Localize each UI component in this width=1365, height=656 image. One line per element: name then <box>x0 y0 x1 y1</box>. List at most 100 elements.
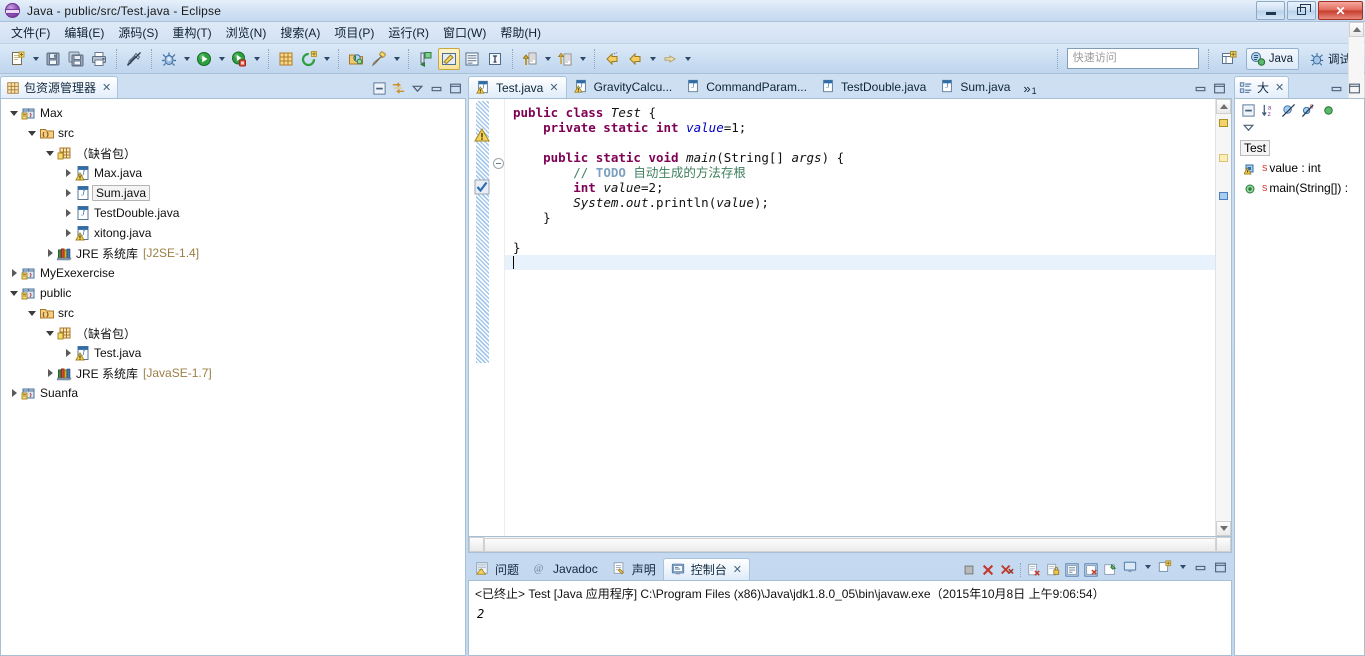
caret-line[interactable] <box>505 255 1215 270</box>
tab-outline[interactable]: 大 ✕ <box>1234 76 1290 98</box>
new-wizard-dropdown[interactable] <box>30 48 41 70</box>
previous-annotation-dropdown[interactable] <box>577 48 588 70</box>
tree-item-Max.java[interactable]: J Max.java <box>1 163 465 183</box>
collapse-arrow-icon[interactable] <box>25 130 39 136</box>
debug-dropdown[interactable] <box>181 48 192 70</box>
tree-item-src[interactable]: src <box>1 123 465 143</box>
close-icon[interactable]: ✕ <box>102 81 111 94</box>
close-icon[interactable]: ✕ <box>733 563 742 576</box>
menu-navigate[interactable]: 浏览(N) <box>219 22 274 43</box>
new-class-dropdown[interactable] <box>321 48 332 70</box>
outline-items[interactable]: Test Svalue : int Smain(String[]) : <box>1235 135 1364 198</box>
debug-icon[interactable] <box>158 48 180 70</box>
expand-arrow-icon[interactable] <box>61 189 75 197</box>
project-tree[interactable]: Max src （缺省包） J Max.java J Sum.java J TestDouble… <box>1 99 465 403</box>
tree-item-JRE[interactable]: JRE 系统库 [J2SE-1.4] <box>1 243 465 263</box>
scroll-down-arrow[interactable] <box>1216 521 1231 536</box>
scroll-lock-icon[interactable] <box>1064 562 1080 578</box>
last-edit-location-icon[interactable] <box>415 48 437 70</box>
search-icon[interactable] <box>368 48 390 70</box>
scroll-up-arrow[interactable] <box>1216 99 1231 114</box>
collapse-arrow-icon[interactable] <box>25 310 39 316</box>
tree-item-Suanfa[interactable]: Suanfa <box>1 383 465 403</box>
tree-item-TestDouble.java[interactable]: J TestDouble.java <box>1 203 465 223</box>
fold-collapse-icon[interactable] <box>493 158 504 169</box>
minimize-icon[interactable] <box>428 80 444 96</box>
pin-console-icon[interactable] <box>1102 562 1118 578</box>
tree-item-[interactable]: （缺省包） <box>1 323 465 343</box>
clear-console-icon[interactable] <box>1026 562 1042 578</box>
forward-icon[interactable] <box>624 48 646 70</box>
tree-item-public[interactable]: public <box>1 283 465 303</box>
code-line[interactable]: } <box>505 240 1215 255</box>
editor-tab-overflow[interactable]: » 1 <box>1017 81 1040 98</box>
menu-help[interactable]: 帮助(H) <box>493 22 548 43</box>
open-perspective-icon[interactable] <box>1218 48 1240 70</box>
expand-arrow-icon[interactable] <box>61 169 75 177</box>
editor-tab-Testjava[interactable]: J Test.java ✕ <box>468 76 567 98</box>
collapse-all-icon[interactable] <box>371 80 387 96</box>
open-console-icon[interactable] <box>1157 559 1173 575</box>
console-tab-3[interactable]: 控制台 ✕ <box>662 558 750 580</box>
print-icon[interactable] <box>88 48 110 70</box>
maximize-icon[interactable] <box>1212 559 1228 575</box>
code-line[interactable]: private static int value=1; <box>505 120 1215 135</box>
collapse-arrow-icon[interactable] <box>7 110 21 116</box>
outline-item[interactable]: Smain(String[]) : <box>1235 178 1364 198</box>
menu-window[interactable]: 窗口(W) <box>436 22 493 43</box>
run-coverage-icon[interactable] <box>228 48 250 70</box>
save-icon[interactable] <box>42 48 64 70</box>
editor-tab-CommandParam[interactable]: J CommandParam... <box>679 76 814 98</box>
code-line[interactable] <box>505 135 1215 150</box>
editor-horizontal-scrollbar[interactable] <box>468 537 1232 553</box>
code-line[interactable] <box>505 225 1215 240</box>
toggle-block-selection-icon[interactable] <box>484 48 506 70</box>
tree-item-JRE[interactable]: JRE 系统库 [JavaSE-1.7] <box>1 363 465 383</box>
menu-project[interactable]: 项目(P) <box>327 22 381 43</box>
tree-item-src[interactable]: src <box>1 303 465 323</box>
new-class-icon[interactable] <box>298 48 320 70</box>
previous-annotation-icon[interactable] <box>554 48 576 70</box>
code-line[interactable]: int value=2; <box>505 180 1215 195</box>
open-type-icon[interactable] <box>345 48 367 70</box>
hscroll-track[interactable] <box>484 537 1216 552</box>
search-dropdown[interactable] <box>391 48 402 70</box>
scroll-right-arrow[interactable] <box>1216 537 1231 552</box>
remove-launch-icon[interactable] <box>980 562 996 578</box>
next-dropdown[interactable] <box>682 48 693 70</box>
tree-item-Max[interactable]: Max <box>1 103 465 123</box>
new-wizard-icon[interactable] <box>7 48 29 70</box>
collapse-arrow-icon[interactable] <box>7 290 21 296</box>
code-line[interactable]: } <box>505 210 1215 225</box>
tree-item-[interactable]: （缺省包） <box>1 143 465 163</box>
code-line[interactable]: System.out.println(value); <box>505 195 1215 210</box>
save-all-icon[interactable] <box>65 48 87 70</box>
menu-edit[interactable]: 编辑(E) <box>57 22 111 43</box>
terminate-icon[interactable] <box>961 562 977 578</box>
run-coverage-dropdown[interactable] <box>251 48 262 70</box>
tree-item-MyExexercise[interactable]: MyExexercise <box>1 263 465 283</box>
overview-ruler[interactable] <box>1217 114 1231 536</box>
view-menu-icon[interactable] <box>1240 119 1256 135</box>
menu-source[interactable]: 源码(S) <box>111 22 165 43</box>
lock-scroll-icon[interactable] <box>1045 562 1061 578</box>
expand-arrow-icon[interactable] <box>61 349 75 357</box>
collapse-all-icon[interactable] <box>1240 103 1256 119</box>
menu-search[interactable]: 搜索(A) <box>273 22 327 43</box>
tree-item-xitong.java[interactable]: Jxitong.java <box>1 223 465 243</box>
expand-arrow-icon[interactable] <box>61 209 75 217</box>
sort-icon[interactable]: az <box>1260 103 1276 119</box>
display-selected-console-icon[interactable] <box>1122 559 1138 575</box>
code-text[interactable]: public class Test { private static int v… <box>505 99 1215 536</box>
remove-all-terminated-icon[interactable] <box>999 562 1015 578</box>
restore-button[interactable] <box>1287 1 1316 20</box>
tree-item-Sum.java[interactable]: J Sum.java <box>1 183 465 203</box>
close-button[interactable]: ✕ <box>1318 1 1363 20</box>
code-line[interactable]: public static void main(String[] args) { <box>505 150 1215 165</box>
code-line[interactable]: public class Test { <box>505 105 1215 120</box>
console-tab-0[interactable]: 问题 <box>468 558 526 580</box>
editor-tab-Sumjava[interactable]: J Sum.java <box>933 76 1017 98</box>
menu-refactor[interactable]: 重构(T) <box>165 22 218 43</box>
expand-arrow-icon[interactable] <box>43 249 57 257</box>
warning-marker-icon[interactable] <box>474 127 490 143</box>
